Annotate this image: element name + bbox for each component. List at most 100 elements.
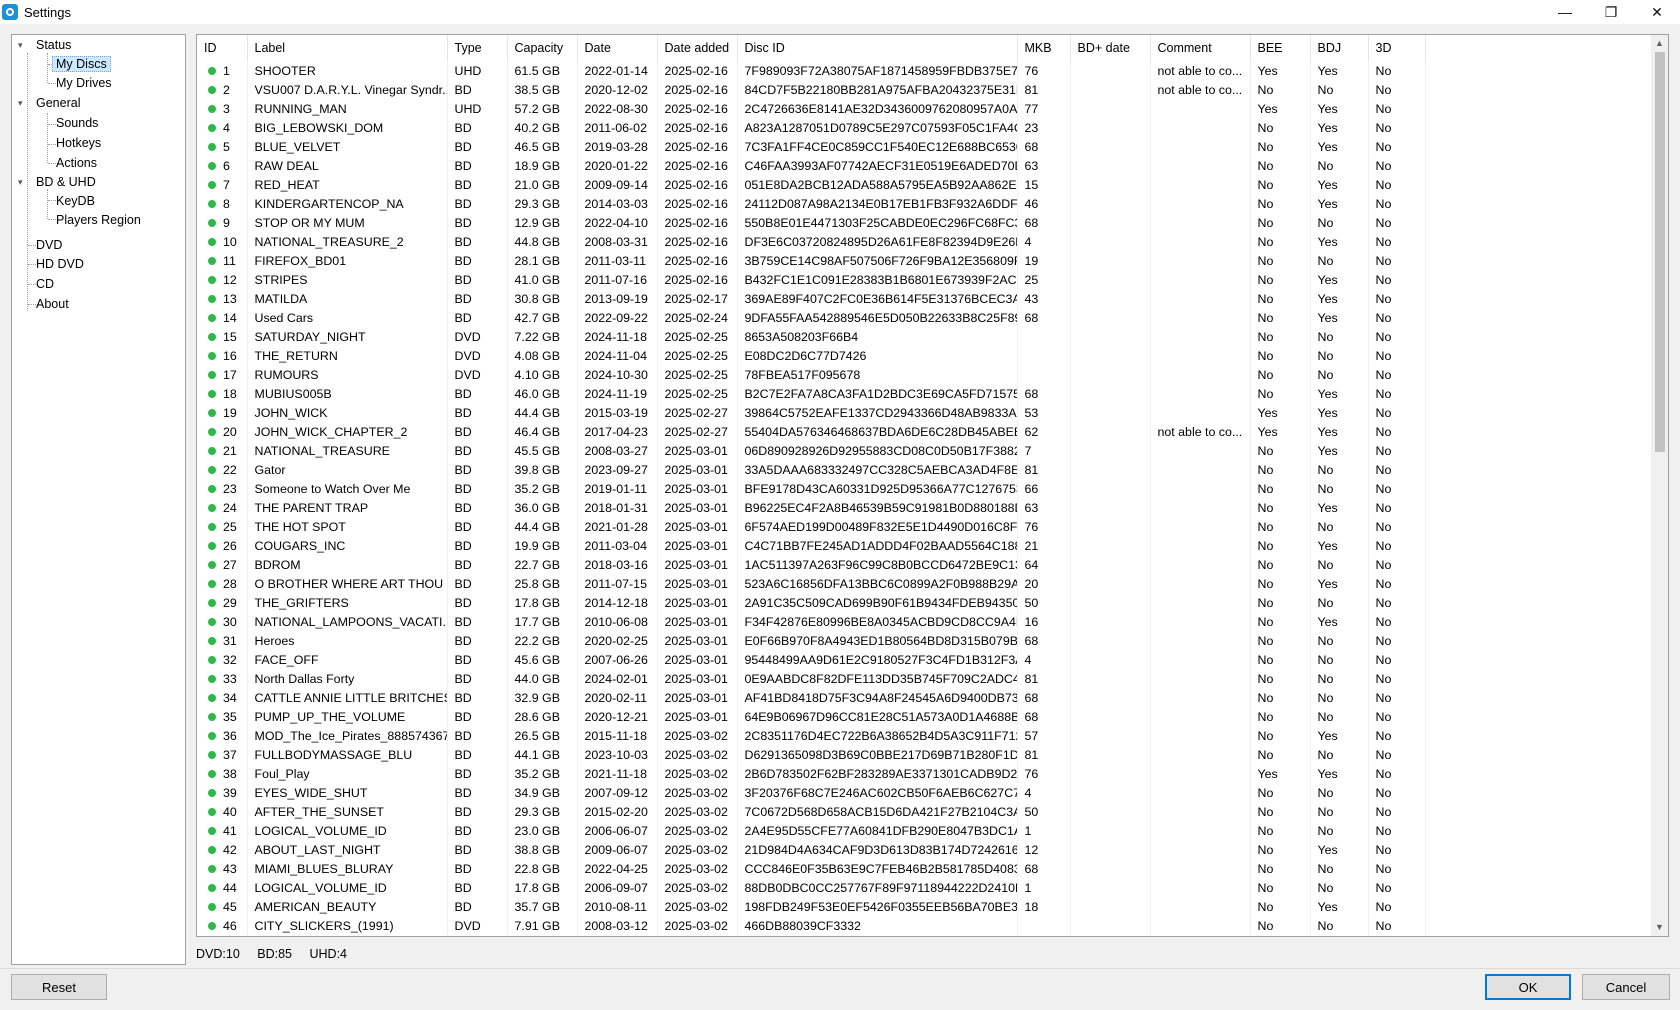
- table-row[interactable]: 3 RUNNING_MAN UHD 57.2 GB 2022-08-30 2025-02-…: [197, 99, 1654, 118]
- table-row[interactable]: 38 Foul_Play BD 35.2 GB 2021-11-18 2025-03-02…: [197, 764, 1654, 783]
- scroll-thumb[interactable]: [1655, 52, 1665, 452]
- uhd-count: UHD:4: [309, 947, 348, 961]
- status-dot-icon: [208, 769, 216, 778]
- scroll-down-icon[interactable]: ▼: [1651, 919, 1668, 936]
- column-header[interactable]: MKB: [1017, 35, 1071, 61]
- table-row[interactable]: 44 LOGICAL_VOLUME_ID BD 17.8 GB 2006-09-07 20…: [197, 878, 1654, 897]
- collapse-bd-uhd-icon[interactable]: ▾: [18, 173, 28, 191]
- column-header[interactable]: Disc ID: [737, 35, 1018, 61]
- tree-item-bd-uhd[interactable]: BD & UHD: [36, 173, 96, 191]
- close-button[interactable]: ✕: [1634, 0, 1680, 24]
- tree-item-sounds[interactable]: Sounds: [56, 114, 98, 132]
- tree-item-keydb[interactable]: KeyDB: [56, 192, 95, 210]
- tree-item-cd[interactable]: CD: [36, 275, 54, 293]
- table-row[interactable]: 40 AFTER_THE_SUNSET BD 29.3 GB 2015-02-20 202…: [197, 802, 1654, 821]
- scroll-up-icon[interactable]: ▲: [1651, 35, 1668, 52]
- minimize-button[interactable]: —: [1542, 0, 1588, 24]
- table-row[interactable]: 17 RUMOURS DVD 4.10 GB 2024-10-30 2025-02-25 7…: [197, 365, 1654, 384]
- table-row[interactable]: 36 MOD_The_Ice_Pirates_8885743675... BD 26.…: [197, 726, 1654, 745]
- table-row[interactable]: 12 STRIPES BD 41.0 GB 2011-07-16 2025-02-16 B4…: [197, 270, 1654, 289]
- column-header[interactable]: Date: [577, 35, 658, 61]
- table-cell: [1150, 213, 1251, 232]
- table-row[interactable]: 6 RAW DEAL BD 18.9 GB 2020-01-22 2025-02-16 C4…: [197, 156, 1654, 175]
- table-row[interactable]: 46 CITY_SLICKERS_(1991) DVD 7.91 GB 2008-03-…: [197, 916, 1654, 935]
- column-header[interactable]: 3D: [1368, 35, 1426, 61]
- table-row[interactable]: 5 BLUE_VELVET BD 46.5 GB 2019-03-28 2025-02-1…: [197, 137, 1654, 156]
- tree-item-hd-dvd[interactable]: HD DVD: [36, 255, 84, 273]
- table-row[interactable]: 45 AMERICAN_BEAUTY BD 35.7 GB 2010-08-11 2025…: [197, 897, 1654, 916]
- column-header[interactable]: Label: [247, 35, 448, 61]
- collapse-status-icon[interactable]: ▾: [18, 36, 28, 54]
- table-row[interactable]: 42 ABOUT_LAST_NIGHT BD 38.8 GB 2009-06-07 202…: [197, 840, 1654, 859]
- collapse-general-icon[interactable]: ▾: [18, 94, 28, 112]
- table-row[interactable]: 20 JOHN_WICK_CHAPTER_2 BD 46.4 GB 2017-04-23…: [197, 422, 1654, 441]
- table-cell: 46: [1017, 194, 1071, 213]
- table-row[interactable]: 31 Heroes BD 22.2 GB 2020-02-25 2025-03-01 E0F…: [197, 631, 1654, 650]
- table-row[interactable]: 21 NATIONAL_TREASURE BD 45.5 GB 2008-03-27 20…: [197, 441, 1654, 460]
- table-cell: 19.9 GB: [507, 536, 578, 555]
- column-header[interactable]: Comment: [1150, 35, 1251, 61]
- table-row[interactable]: 2 VSU007 D.A.R.Y.L. Vinegar Syndr... BD 38.…: [197, 80, 1654, 99]
- table-cell: 25: [197, 517, 248, 536]
- table-cell: BD: [447, 612, 508, 631]
- column-header[interactable]: Type: [447, 35, 508, 61]
- table-row[interactable]: 23 Someone to Watch Over Me BD 35.2 GB 2019-…: [197, 479, 1654, 498]
- table-row[interactable]: 33 North Dallas Forty BD 44.0 GB 2024-02-01 2…: [197, 669, 1654, 688]
- table-row[interactable]: 10 NATIONAL_TREASURE_2 BD 44.8 GB 2008-03-31…: [197, 232, 1654, 251]
- table-row[interactable]: 30 NATIONAL_LAMPOONS_VACATI... BD 17.7 GB 20…: [197, 612, 1654, 631]
- table-row[interactable]: 39 EYES_WIDE_SHUT BD 34.9 GB 2007-09-12 2025-…: [197, 783, 1654, 802]
- column-header[interactable]: BD+ date: [1070, 35, 1151, 61]
- table-cell: 40: [197, 802, 248, 821]
- table-row[interactable]: 29 THE_GRIFTERS BD 17.8 GB 2014-12-18 2025-03…: [197, 593, 1654, 612]
- table-row[interactable]: 43 MIAMI_BLUES_BLURAY BD 22.8 GB 2022-04-25 2…: [197, 859, 1654, 878]
- table-row[interactable]: 16 THE_RETURN DVD 4.08 GB 2024-11-04 2025-02-…: [197, 346, 1654, 365]
- table-row[interactable]: 41 LOGICAL_VOLUME_ID BD 23.0 GB 2006-06-07 20…: [197, 821, 1654, 840]
- table-cell: 39: [197, 783, 248, 802]
- ok-button[interactable]: OK: [1485, 974, 1571, 1000]
- table-row[interactable]: 18 MUBIUS005B BD 46.0 GB 2024-11-19 2025-02-2…: [197, 384, 1654, 403]
- tree-item-hotkeys[interactable]: Hotkeys: [56, 134, 101, 152]
- table-row[interactable]: 34 CATTLE ANNIE LITTLE BRITCHES BD 32.9 GB 2…: [197, 688, 1654, 707]
- disc-id: 32: [223, 652, 237, 667]
- column-header[interactable]: ID: [197, 35, 248, 61]
- table-row[interactable]: 28 O BROTHER WHERE ART THOU BD 25.8 GB 2011-…: [197, 574, 1654, 593]
- table-row[interactable]: 4 BIG_LEBOWSKI_DOM BD 40.2 GB 2011-06-02 2025…: [197, 118, 1654, 137]
- table-row[interactable]: 8 KINDERGARTENCOP_NA BD 29.3 GB 2014-03-03 20…: [197, 194, 1654, 213]
- tree-item-status[interactable]: Status: [36, 36, 71, 54]
- table-cell: [1070, 783, 1151, 802]
- table-row[interactable]: 27 BDROM BD 22.7 GB 2018-03-16 2025-03-01 1AC5…: [197, 555, 1654, 574]
- discs-table: ID Label Type Capacity Date Date added Disc ID…: [197, 35, 1654, 935]
- table-cell: CATTLE ANNIE LITTLE BRITCHES: [247, 688, 448, 707]
- column-header[interactable]: Capacity: [507, 35, 578, 61]
- tree-item-my-drives[interactable]: My Drives: [56, 74, 112, 92]
- table-cell: No: [1310, 916, 1369, 935]
- tree-item-about[interactable]: About: [36, 295, 69, 313]
- tree-item-my-discs[interactable]: My Discs: [52, 55, 111, 73]
- tree-item-players-region[interactable]: Players Region: [56, 211, 141, 229]
- table-row[interactable]: 9 STOP OR MY MUM BD 12.9 GB 2022-04-10 2025-0…: [197, 213, 1654, 232]
- table-row[interactable]: 24 THE PARENT TRAP BD 36.0 GB 2018-01-31 2025…: [197, 498, 1654, 517]
- table-row[interactable]: 13 MATILDA BD 30.8 GB 2013-09-19 2025-02-17 36…: [197, 289, 1654, 308]
- maximize-button[interactable]: ❐: [1588, 0, 1634, 24]
- column-header[interactable]: BDJ: [1310, 35, 1369, 61]
- table-row[interactable]: 22 Gator BD 39.8 GB 2023-09-27 2025-03-01 33A5…: [197, 460, 1654, 479]
- table-row[interactable]: 19 JOHN_WICK BD 44.4 GB 2015-03-19 2025-02-27…: [197, 403, 1654, 422]
- table-row[interactable]: 1 SHOOTER UHD 61.5 GB 2022-01-14 2025-02-16 7F…: [197, 61, 1654, 80]
- table-row[interactable]: 37 FULLBODYMASSAGE_BLU BD 44.1 GB 2023-10-03…: [197, 745, 1654, 764]
- table-row[interactable]: 7 RED_HEAT BD 21.0 GB 2009-09-14 2025-02-16 05…: [197, 175, 1654, 194]
- table-row[interactable]: 26 COUGARS_INC BD 19.9 GB 2011-03-04 2025-03-…: [197, 536, 1654, 555]
- tree-item-general[interactable]: General: [36, 94, 80, 112]
- column-header[interactable]: BEE: [1250, 35, 1311, 61]
- reset-button[interactable]: Reset: [11, 974, 107, 1000]
- table-row[interactable]: 11 FIREFOX_BD01 BD 28.1 GB 2011-03-11 2025-02…: [197, 251, 1654, 270]
- table-row[interactable]: 25 THE HOT SPOT BD 44.4 GB 2021-01-28 2025-03…: [197, 517, 1654, 536]
- table-row[interactable]: 32 FACE_OFF BD 45.6 GB 2007-06-26 2025-03-01 9…: [197, 650, 1654, 669]
- table-row[interactable]: 15 SATURDAY_NIGHT DVD 7.22 GB 2024-11-18 2025…: [197, 327, 1654, 346]
- cancel-button[interactable]: Cancel: [1582, 974, 1670, 1000]
- tree-item-actions[interactable]: Actions: [56, 154, 97, 172]
- vertical-scrollbar[interactable]: ▲ ▼: [1651, 35, 1668, 936]
- column-header[interactable]: Date added: [657, 35, 738, 61]
- table-row[interactable]: 35 PUMP_UP_THE_VOLUME BD 28.6 GB 2020-12-21 2…: [197, 707, 1654, 726]
- tree-item-dvd[interactable]: DVD: [36, 236, 62, 254]
- table-row[interactable]: 14 Used Cars BD 42.7 GB 2022-09-22 2025-02-24…: [197, 308, 1654, 327]
